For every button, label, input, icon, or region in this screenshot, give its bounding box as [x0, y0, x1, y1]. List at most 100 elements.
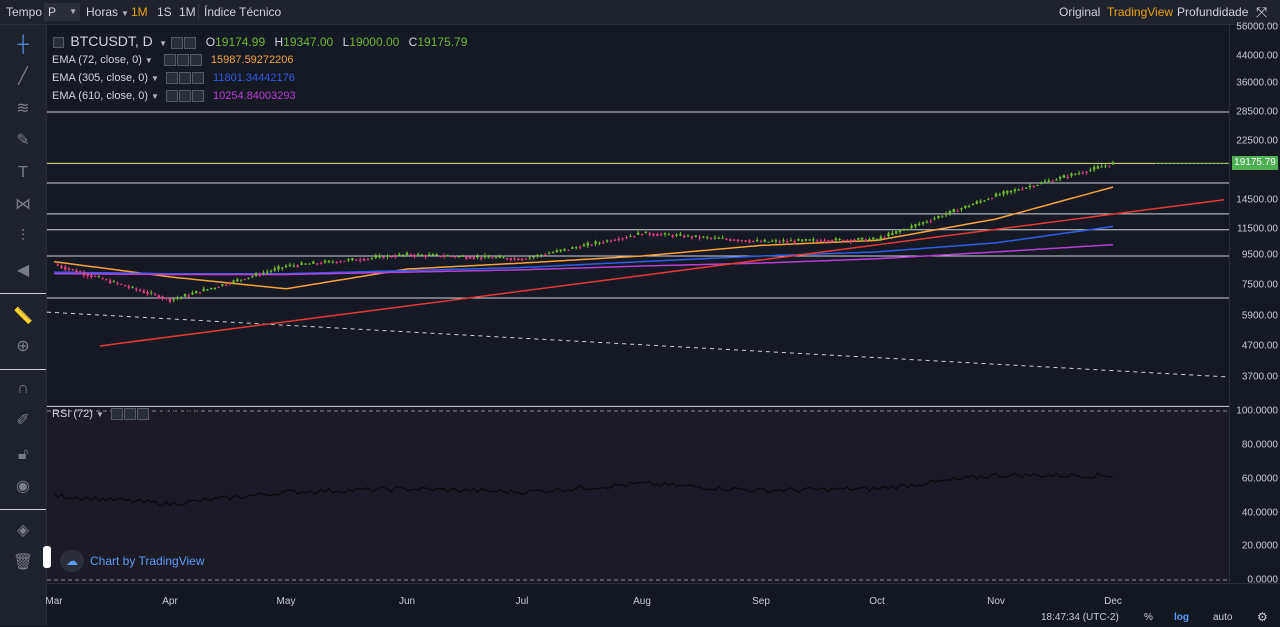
candle	[172, 299, 175, 301]
settings-icon[interactable]: ⚙	[1257, 610, 1268, 624]
candle	[331, 261, 335, 263]
candle	[439, 255, 442, 257]
dashed-trend-line	[46, 311, 1230, 378]
visibility-icon[interactable]	[165, 72, 178, 85]
candle	[551, 252, 555, 254]
candle	[191, 292, 194, 295]
settings-icon[interactable]	[123, 408, 136, 421]
candle	[598, 242, 601, 244]
settings-icon[interactable]	[184, 36, 197, 49]
candle	[763, 239, 766, 242]
settings-icon[interactable]	[176, 54, 189, 67]
candle	[864, 239, 867, 242]
candle	[386, 255, 389, 257]
price-tick: 3700.00	[1241, 371, 1278, 383]
candle	[224, 284, 228, 286]
candle	[906, 229, 909, 231]
candle	[78, 271, 82, 273]
candle	[1100, 166, 1103, 168]
candle	[221, 284, 224, 286]
candle	[75, 270, 78, 273]
collapse-icon[interactable]	[53, 37, 64, 49]
candle	[472, 256, 475, 259]
candle	[1043, 181, 1047, 183]
close-icon[interactable]	[136, 408, 149, 421]
candle	[312, 261, 315, 264]
panel-toggle-handle[interactable]	[43, 546, 51, 568]
rsi-legend: RSI (72) ▼ 61.8549	[52, 408, 198, 421]
candle	[1081, 172, 1085, 174]
close-icon[interactable]	[189, 54, 202, 67]
chevron-down-icon[interactable]: ▼	[151, 74, 159, 83]
time-tick: Nov	[987, 596, 1005, 607]
candle	[168, 298, 172, 302]
settings-icon[interactable]	[178, 72, 191, 85]
candle	[732, 239, 736, 241]
candle	[644, 231, 648, 234]
candle	[157, 295, 160, 299]
candle	[834, 238, 838, 241]
candle	[206, 289, 209, 291]
chevron-down-icon[interactable]: ▼	[96, 410, 104, 419]
candle	[532, 256, 535, 258]
candle	[914, 224, 917, 227]
settings-icon[interactable]	[178, 90, 191, 103]
candle	[428, 254, 431, 256]
candle	[1085, 171, 1088, 173]
candle	[1006, 190, 1009, 194]
candle	[883, 237, 886, 239]
price-tick: 11500.00	[1237, 223, 1278, 235]
candle	[652, 233, 655, 236]
close-icon[interactable]	[191, 90, 204, 103]
candle	[819, 240, 823, 242]
candle	[520, 258, 524, 261]
ema2-legend: EMA (305, close, 0) ▼ 11801.34442176	[52, 72, 295, 85]
candle	[613, 239, 617, 241]
candle	[983, 200, 986, 202]
rsi-label: RSI (72)	[52, 408, 93, 420]
candle	[127, 286, 131, 288]
candle	[1055, 179, 1058, 181]
candle	[571, 247, 574, 249]
candle	[578, 247, 582, 249]
price-tick: 4700.00	[1241, 340, 1278, 352]
candle	[944, 213, 948, 216]
candle	[457, 256, 461, 258]
chevron-down-icon[interactable]: ▼	[159, 39, 167, 48]
candle	[774, 240, 778, 242]
candle	[446, 255, 450, 257]
credit-text: Chart by TradingView	[90, 554, 205, 568]
candle	[725, 238, 728, 240]
candle	[198, 292, 202, 294]
tradingview-credit[interactable]: ☁ Chart by TradingView	[60, 548, 205, 574]
candle	[683, 235, 686, 238]
candle	[971, 203, 975, 206]
candle	[366, 258, 370, 260]
candle	[563, 248, 566, 251]
auto-toggle[interactable]: auto	[1213, 612, 1232, 623]
log-toggle[interactable]: log	[1174, 612, 1189, 623]
candle	[266, 271, 269, 273]
candle	[1017, 189, 1020, 191]
candle	[868, 239, 871, 241]
candle	[112, 281, 116, 283]
candle	[987, 199, 990, 201]
open-label: O	[205, 35, 216, 49]
candle	[1024, 187, 1028, 189]
visibility-icon[interactable]	[165, 90, 178, 103]
candle	[281, 267, 284, 269]
percent-toggle[interactable]: %	[1144, 612, 1153, 623]
candle	[131, 286, 134, 288]
visibility-icon[interactable]	[110, 408, 123, 421]
candle	[327, 260, 331, 263]
candle	[202, 288, 205, 292]
candle	[702, 236, 705, 238]
candle	[1028, 186, 1032, 188]
close-icon[interactable]	[191, 72, 204, 85]
price-tick: 36000.00	[1236, 77, 1278, 89]
chevron-down-icon[interactable]: ▼	[151, 92, 159, 101]
candle	[748, 240, 751, 243]
visibility-icon[interactable]	[163, 54, 176, 67]
visibility-icon[interactable]	[171, 36, 184, 49]
chevron-down-icon[interactable]: ▼	[145, 56, 153, 65]
